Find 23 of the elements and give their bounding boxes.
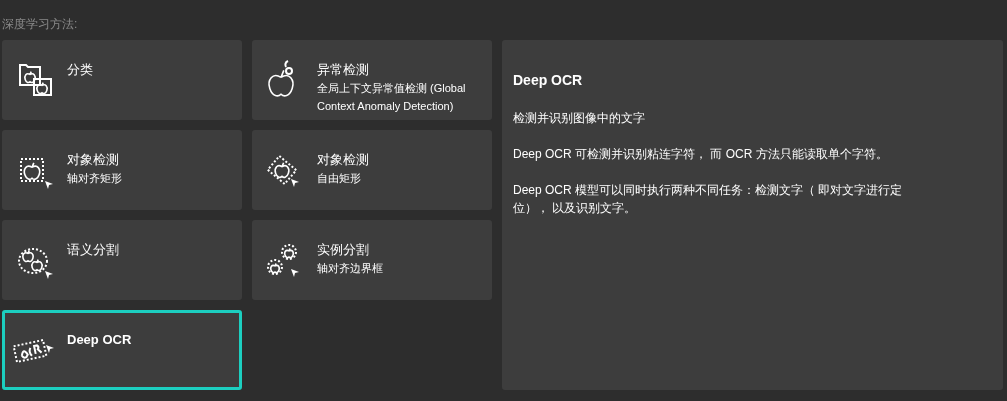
method-title: 对象检测 [67,151,120,169]
method-card[interactable]: Deep OCR [2,310,242,390]
section-heading: 深度学习方法: [2,16,79,33]
method-card[interactable]: 异常检测 全局上下文异常值检测 (Global Context Anomaly Detection) [252,40,492,120]
detail-paragraph: Deep OCR 模型可以同时执行两种不同任务：检测文字（ 即对文字进行定位）， 以及识别文字。 [513,182,904,217]
method-card[interactable]: 分类 [2,40,242,120]
method-title: 分类 [67,61,93,79]
detail-paragraph: 检测并识别图像中的文字 [513,110,646,127]
method-card[interactable]: 语义分割 [2,220,242,300]
detail-paragraph: Deep OCR 可检测并识别粘连字符， 而 OCR 方法只能读取单个字符。 [513,146,889,163]
method-title: 语义分割 [67,241,119,259]
method-title: 对象检测 [317,151,369,169]
method-subtitle: 全局上下文异常值检测 (Global Context Anomaly Detection) [317,81,467,114]
method-card[interactable]: 对象检测 轴对齐矩形 [2,130,242,210]
detail-title: Deep OCR [513,71,584,90]
method-title: Deep OCR [67,331,132,349]
method-title: 实例分割 [317,241,370,259]
method-card[interactable]: 对象检测 自由矩形 [252,130,492,210]
method-subtitle: 轴对齐矩形 [67,171,122,186]
method-title: 异常检测 [317,61,370,79]
method-subtitle: 轴对齐边界框 [317,261,383,276]
method-subtitle: 自由矩形 [317,171,362,186]
method-card[interactable]: 实例分割 轴对齐边界框 [252,220,492,300]
